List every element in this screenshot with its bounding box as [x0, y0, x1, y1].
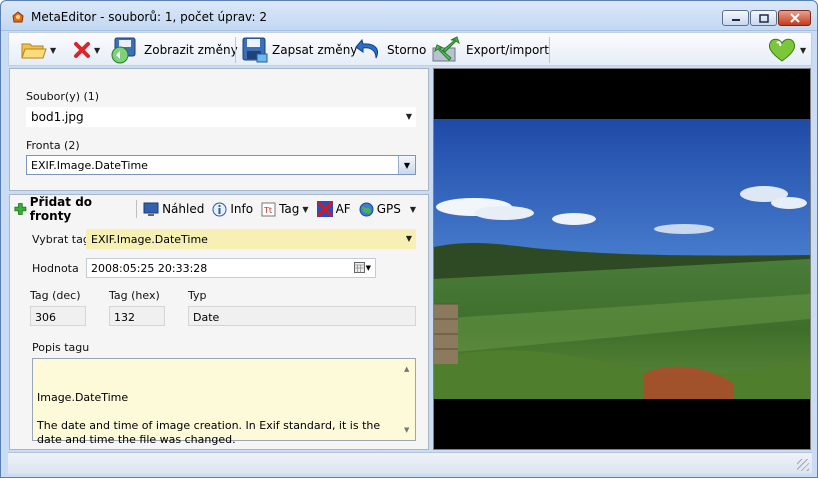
tag-description-label: Popis tagu	[32, 341, 90, 354]
export-import-button[interactable]: Export/import	[431, 36, 549, 64]
info-button[interactable]: Info	[212, 198, 253, 220]
tag-hex-label: Tag (hex)	[109, 289, 160, 302]
globe-icon	[359, 202, 374, 216]
value-datetime-picker[interactable]: 2008:05:25 20:33:28 ▼	[86, 258, 376, 278]
open-button[interactable]: ▼	[21, 36, 56, 64]
chevron-down-icon: ▼	[403, 160, 411, 170]
svg-text:Tt: Tt	[263, 206, 272, 215]
scroll-up-icon[interactable]: ▲	[404, 362, 409, 376]
queue-combo-value: EXIF.Image.DateTime	[31, 159, 148, 172]
app-menu-dropdown-arrow[interactable]: ▼	[800, 46, 806, 55]
status-bar	[8, 452, 812, 474]
minimize-button[interactable]	[722, 10, 749, 26]
minimize-icon	[731, 19, 740, 21]
show-changes-icon	[111, 37, 136, 64]
main-window: MetaEditor - souborů: 1, počet úprav: 2 …	[0, 0, 818, 478]
queue-dropdown-button[interactable]: ▼	[398, 156, 415, 174]
scroll-down-icon[interactable]: ▼	[404, 423, 409, 437]
save-disk-icon	[242, 37, 268, 63]
tag-hex-field: 132	[109, 306, 165, 326]
preview-label: Náhled	[162, 202, 205, 216]
cancel-button[interactable]: Storno	[354, 36, 426, 64]
file-queue-panel: Soubor(y) (1) bod1.jpg ▼ Fronta (2) EXIF…	[9, 68, 429, 191]
app-menu-button[interactable]: ▼	[767, 36, 806, 64]
queue-combo[interactable]: EXIF.Image.DateTime ▼	[26, 155, 416, 175]
af-icon	[316, 201, 333, 217]
queue-label: Fronta (2)	[26, 139, 80, 152]
tag-editor-panel: Přidat do fronty Náhled Info Tt Tag ▼ AF…	[9, 194, 429, 450]
maximize-icon	[758, 13, 769, 23]
af-label: AF	[335, 202, 351, 216]
type-field: Date	[188, 306, 416, 326]
delete-dropdown-arrow[interactable]: ▼	[94, 46, 100, 55]
delete-x-icon	[74, 42, 90, 58]
select-tag-arrow[interactable]: ▼	[406, 234, 412, 243]
close-button[interactable]	[778, 10, 811, 26]
info-icon	[212, 202, 227, 216]
open-dropdown-arrow[interactable]: ▼	[50, 46, 56, 55]
tag-icon: Tt	[261, 202, 276, 216]
export-import-icon	[432, 36, 460, 62]
green-heart-icon	[768, 38, 796, 62]
tag-dec-field: 306	[30, 306, 86, 326]
calendar-dropdown[interactable]: ▼	[353, 262, 371, 273]
resize-grip[interactable]	[797, 459, 809, 471]
calendar-icon	[353, 262, 365, 273]
gps-menu-arrow[interactable]: ▼	[410, 205, 416, 214]
window-title: MetaEditor - souborů: 1, počet úprav: 2	[31, 10, 267, 24]
tag-toolbar-separator	[136, 200, 138, 218]
tag-hex-value: 132	[114, 311, 135, 324]
close-icon	[789, 13, 800, 23]
gps-label: GPS	[376, 202, 401, 216]
app-icon	[12, 11, 24, 23]
gps-button[interactable]: GPS ▼	[359, 198, 416, 220]
tag-menu-label: Tag	[279, 202, 300, 216]
toolbar-separator	[235, 37, 236, 63]
undo-arrow-icon	[355, 38, 378, 59]
monitor-icon	[143, 202, 159, 216]
select-tag-value: EXIF.Image.DateTime	[91, 233, 208, 246]
tag-menu-arrow[interactable]: ▼	[302, 205, 308, 214]
tag-menu-button[interactable]: Tt Tag ▼	[261, 198, 309, 220]
toolbar-separator	[549, 37, 550, 63]
folder-open-icon	[21, 43, 47, 59]
info-label: Info	[230, 202, 254, 216]
cancel-label: Storno	[387, 43, 427, 57]
write-changes-label: Zapsat změny	[272, 43, 358, 57]
main-toolbar: ▼ ▼ Zobrazit změny Zapsat změny Storno E…	[8, 32, 812, 66]
preview-photo	[434, 119, 810, 399]
tag-dec-value: 306	[35, 311, 56, 324]
files-combo-value: bod1.jpg	[31, 110, 84, 124]
tag-description-text: Image.DateTime The date and time of imag…	[37, 391, 381, 446]
title-bar[interactable]: MetaEditor - souborů: 1, počet úprav: 2	[1, 1, 817, 31]
select-tag-label: Vybrat tag	[32, 233, 90, 246]
value-datetime-text: 2008:05:25 20:33:28	[91, 262, 208, 275]
memo-scrollbar[interactable]: ▲ ▼	[401, 359, 415, 440]
write-changes-button[interactable]: Zapsat změny	[241, 36, 357, 64]
preview-button[interactable]: Náhled	[143, 198, 204, 220]
add-to-queue-label: Přidat do fronty	[29, 195, 93, 223]
tag-toolbar: Přidat do fronty Náhled Info Tt Tag ▼ AF…	[14, 195, 424, 223]
show-changes-label: Zobrazit změny	[144, 43, 238, 57]
delete-button[interactable]: ▼	[73, 36, 100, 64]
type-label: Typ	[188, 289, 207, 302]
tag-dec-label: Tag (dec)	[30, 289, 81, 302]
plus-icon	[14, 203, 27, 215]
add-to-queue-button[interactable]: Přidat do fronty	[14, 195, 128, 223]
image-preview	[433, 68, 811, 450]
files-label: Soubor(y) (1)	[26, 90, 100, 103]
tag-description-memo[interactable]: Image.DateTime The date and time of imag…	[32, 358, 416, 446]
show-changes-button[interactable]: Zobrazit změny	[109, 36, 238, 64]
type-value: Date	[193, 311, 220, 324]
af-button[interactable]: AF	[316, 198, 351, 220]
select-tag-combo[interactable]: EXIF.Image.DateTime ▼	[86, 229, 416, 249]
value-label: Hodnota	[32, 262, 79, 275]
export-import-label: Export/import	[466, 43, 549, 57]
maximize-button[interactable]	[750, 10, 777, 26]
files-combo[interactable]: bod1.jpg ▼	[26, 107, 416, 127]
files-combo-arrow[interactable]: ▼	[406, 112, 412, 121]
